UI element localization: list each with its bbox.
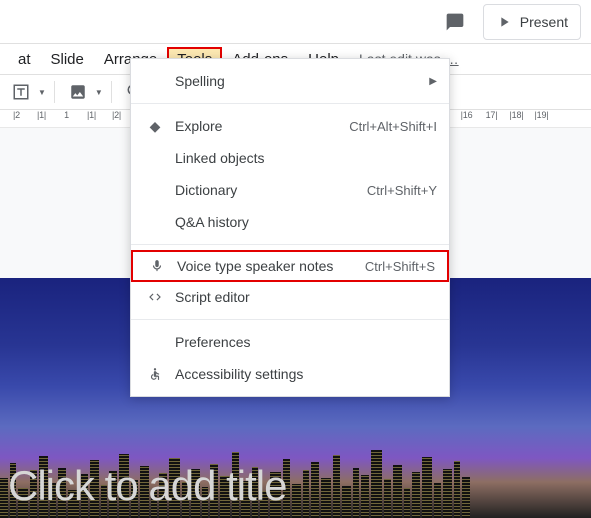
- present-label: Present: [520, 14, 568, 30]
- menu-accessibility[interactable]: Accessibility settings: [131, 358, 449, 390]
- present-button[interactable]: Present: [483, 4, 581, 40]
- play-icon: [496, 14, 512, 30]
- textbox-icon: [12, 83, 30, 101]
- title-placeholder[interactable]: Click to add title: [8, 462, 286, 510]
- top-action-bar: Present: [0, 0, 591, 44]
- chevron-down-icon: ▼: [95, 88, 103, 97]
- toolbar-separator: [111, 81, 112, 103]
- image-icon: [69, 83, 87, 101]
- toolbar-separator: [54, 81, 55, 103]
- menu-script-editor[interactable]: Script editor: [131, 281, 449, 313]
- accessibility-icon: [143, 367, 167, 381]
- textbox-button[interactable]: [6, 77, 36, 107]
- menu-format[interactable]: at: [8, 47, 41, 72]
- microphone-icon: [145, 259, 169, 273]
- menu-slide[interactable]: Slide: [41, 47, 94, 72]
- image-button[interactable]: [63, 77, 93, 107]
- script-icon: [143, 290, 167, 304]
- menu-dictionary[interactable]: Dictionary Ctrl+Shift+Y: [131, 174, 449, 206]
- menu-preferences[interactable]: Preferences: [131, 326, 449, 358]
- tools-dropdown: Spelling ▶ ◆ Explore Ctrl+Alt+Shift+I Li…: [130, 58, 450, 397]
- submenu-arrow-icon: ▶: [429, 76, 437, 87]
- menu-voice-type-speaker-notes[interactable]: Voice type speaker notes Ctrl+Shift+S: [131, 250, 449, 282]
- menu-separator: [131, 244, 449, 245]
- comment-history-button[interactable]: [437, 4, 473, 40]
- comment-icon: [445, 12, 465, 32]
- menu-qa-history[interactable]: Q&A history: [131, 206, 449, 238]
- menu-explore[interactable]: ◆ Explore Ctrl+Alt+Shift+I: [131, 110, 449, 142]
- menu-separator: [131, 103, 449, 104]
- menu-separator: [131, 319, 449, 320]
- explore-icon: ◆: [143, 118, 167, 135]
- chevron-down-icon: ▼: [38, 88, 46, 97]
- menu-linked-objects[interactable]: Linked objects: [131, 142, 449, 174]
- menu-spelling[interactable]: Spelling ▶: [131, 65, 449, 97]
